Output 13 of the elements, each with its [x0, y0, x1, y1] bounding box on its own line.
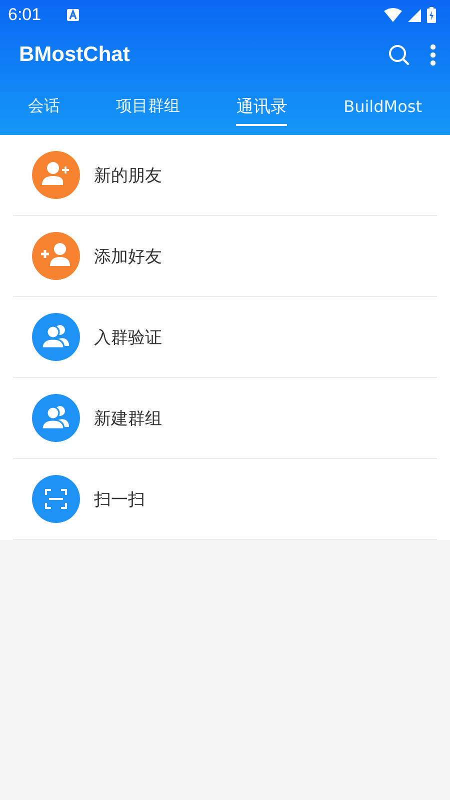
- menu-item[interactable]: 入群验证: [13, 297, 437, 378]
- notification-icon: [67, 9, 80, 21]
- menu-item[interactable]: 扫一扫: [13, 459, 437, 540]
- more-icon[interactable]: [430, 44, 436, 66]
- wifi-icon: [384, 8, 402, 22]
- app-title: BMostChat: [19, 43, 130, 67]
- search-icon[interactable]: [388, 44, 410, 66]
- menu-item[interactable]: 添加好友: [13, 216, 437, 297]
- signal-icon: [408, 8, 421, 22]
- menu-item[interactable]: 新的朋友: [13, 135, 437, 216]
- battery-icon: [427, 7, 436, 23]
- menu-item[interactable]: 新建群组: [13, 378, 437, 459]
- status-time: 6:01: [8, 5, 42, 25]
